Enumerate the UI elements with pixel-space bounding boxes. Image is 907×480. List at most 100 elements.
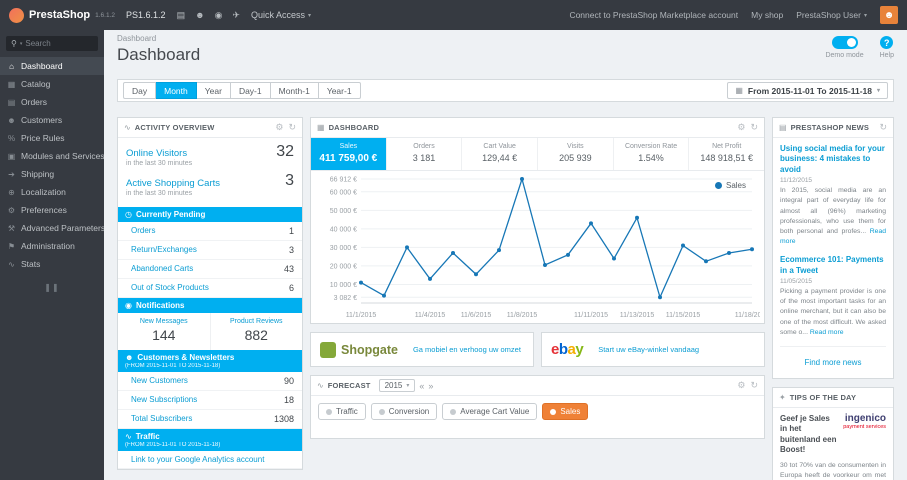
sidebar-item-customers[interactable]: ☻ Customers [0, 111, 104, 129]
previous-year-button[interactable]: « [419, 381, 424, 391]
refresh-icon[interactable]: ↻ [750, 122, 758, 133]
kpi-label: Net Profit [712, 143, 742, 150]
rocket-icon[interactable]: ✈ [232, 10, 240, 21]
kpi-cart-value[interactable]: Cart Value 129,44 € [462, 138, 539, 170]
forecast-panel: ∿ FORECAST 2015 ▾ « » ⚙ ↻ Traffic Conver… [310, 375, 765, 439]
sidebar-collapse-button[interactable]: ❚❚ [0, 283, 104, 292]
sales-chart: Sales 66 912 € 60 000 € 50 000 € 40 000 € 30… [311, 171, 764, 323]
sidebar-item-preferences[interactable]: ⚙ Preferences [0, 201, 104, 219]
refresh-icon[interactable]: ↻ [879, 122, 887, 133]
traffic-section-header: ∿ Traffic (FROM 2015-11-01 TO 2015-11-18… [118, 428, 302, 451]
forecast-tab-conversion[interactable]: Conversion [370, 403, 438, 420]
news-article-link[interactable]: Using social media for your business: 4 … [780, 144, 886, 175]
forecast-tab-traffic[interactable]: Traffic [318, 403, 366, 420]
sidebar-item-stats[interactable]: ∿ Stats [0, 255, 104, 273]
year-select[interactable]: 2015 ▾ [378, 379, 416, 392]
user-menu[interactable]: PrestaShop User ▾ [796, 10, 867, 20]
kpi-sales[interactable]: Sales 411 759,00 € [311, 138, 387, 170]
google-analytics-link[interactable]: Link to your Google Analytics account [131, 455, 264, 464]
help-icon[interactable]: ? [880, 36, 894, 49]
toggle-knob [846, 38, 856, 47]
sidebar-item-label: Customers [21, 115, 63, 125]
product-reviews-label: Product Reviews [229, 317, 283, 325]
chevron-down-icon: ▾ [406, 383, 410, 389]
svg-text:20 000 €: 20 000 € [330, 263, 357, 270]
read-more-link[interactable]: Read more [810, 329, 844, 336]
prestashop-news-panel: ▤ PRESTASHOP NEWS ↻ Using social media f… [772, 117, 894, 380]
people-icon: ☻ [125, 352, 134, 362]
filter-day-1-button[interactable]: Day-1 [230, 82, 271, 99]
row-value: 18 [283, 394, 294, 405]
ebay-link[interactable]: Start uw eBay-winkel vandaag [598, 345, 699, 354]
sidebar-item-modules[interactable]: ▣ Modules and Services [0, 147, 104, 165]
customer-icon[interactable]: ☻ [195, 10, 204, 21]
filter-year-button[interactable]: Year [196, 82, 231, 99]
kpi-conversion-rate[interactable]: Conversion Rate 1.54% [614, 138, 690, 170]
kpi-visits[interactable]: Visits 205 939 [538, 138, 614, 170]
new-customers-link[interactable]: New Customers [131, 376, 188, 385]
cart-icon: ▤ [7, 97, 16, 107]
marketplace-link[interactable]: Connect to PrestaShop Marketplace accoun… [569, 10, 738, 20]
avatar[interactable]: ☻ [880, 6, 898, 24]
my-shop-link[interactable]: My shop [751, 10, 783, 20]
user-menu-label: PrestaShop User [796, 10, 861, 20]
search-input[interactable] [25, 39, 93, 48]
out-of-stock-link[interactable]: Out of Stock Products [131, 283, 209, 292]
filter-month-button[interactable]: Month [156, 82, 197, 99]
pending-row-orders: Orders 1 [118, 222, 302, 241]
sidebar-item-price-rules[interactable]: % Price Rules [0, 129, 104, 147]
section-title: Traffic [135, 431, 160, 441]
active-carts-link[interactable]: Active Shopping Carts [126, 178, 220, 189]
sidebar-search[interactable]: ⚲ ▾ [6, 36, 98, 51]
prestashop-logo[interactable]: PrestaShop 1.6.1.2 [9, 7, 115, 23]
gear-icon[interactable]: ⚙ [275, 122, 283, 133]
abandoned-carts-link[interactable]: Abandoned Carts [131, 264, 193, 273]
filter-year-1-button[interactable]: Year-1 [318, 82, 361, 99]
svg-text:11/15/2015: 11/15/2015 [666, 312, 701, 319]
new-messages-label: New Messages [139, 317, 188, 325]
refresh-icon[interactable]: ↻ [288, 122, 296, 133]
refresh-icon[interactable]: ↻ [750, 380, 758, 391]
sidebar-item-administration[interactable]: ⚑ Administration [0, 237, 104, 255]
news-article-link[interactable]: Ecommerce 101: Payments in a Tweet [780, 255, 886, 276]
sidebar-item-orders[interactable]: ▤ Orders [0, 93, 104, 111]
date-range-button[interactable]: ▦ From 2015-11-01 To 2015-11-18 ▾ [727, 82, 888, 99]
kpi-net-profit[interactable]: Net Profit 148 918,51 € [689, 138, 764, 170]
forecast-tab-average-cart-value[interactable]: Average Cart Value [442, 403, 538, 420]
product-reviews-stat[interactable]: Product Reviews 882 [211, 313, 303, 350]
dashboard-panel: ▦ DASHBOARD ⚙ ↻ Sales 411 759,00 € Order… [310, 117, 765, 324]
next-year-button[interactable]: » [428, 381, 433, 391]
chevron-down-icon: ▾ [863, 12, 867, 19]
total-subscribers-link[interactable]: Total Subscribers [131, 414, 192, 423]
sidebar-item-catalog[interactable]: ▦ Catalog [0, 75, 104, 93]
chart-legend: Sales [714, 181, 746, 190]
forecast-tab-sales[interactable]: Sales [542, 403, 589, 420]
sidebar-item-advanced-parameters[interactable]: ⚒ Advanced Parameters [0, 219, 104, 237]
shopgate-link[interactable]: Ga mobiel en verhoog uw omzet [413, 345, 521, 354]
section-title: Notifications [135, 300, 185, 310]
cart-icon[interactable]: ▤ [177, 10, 186, 21]
new-messages-stat[interactable]: New Messages 144 [118, 312, 211, 350]
module-ads-row: Shopgate Ga mobiel en verhoog uw omzet e… [310, 332, 765, 367]
returns-link[interactable]: Return/Exchanges [131, 245, 197, 254]
date-range-label: From 2015-11-01 To 2015-11-18 [747, 85, 872, 96]
online-visitors-link[interactable]: Online Visitors [126, 148, 187, 159]
gear-icon[interactable]: ⚙ [737, 380, 745, 391]
filter-month-1-button[interactable]: Month-1 [270, 82, 319, 99]
gear-icon[interactable]: ⚙ [737, 122, 745, 133]
quick-access-menu[interactable]: Quick Access ▾ [251, 10, 311, 20]
sidebar-item-localization[interactable]: ⊕ Localization [0, 183, 104, 201]
ingenico-logo-text: ingenico [844, 413, 886, 425]
find-more-news-link[interactable]: Find more news [805, 358, 862, 367]
kpi-orders[interactable]: Orders 3 181 [387, 138, 463, 170]
orders-link[interactable]: Orders [131, 226, 155, 235]
svg-text:60 000 €: 60 000 € [330, 189, 357, 196]
filter-day-button[interactable]: Day [123, 82, 157, 99]
sidebar-item-dashboard[interactable]: ⌂ Dashboard [0, 57, 104, 75]
svg-text:10 000 €: 10 000 € [330, 282, 357, 289]
support-icon[interactable]: ◉ [215, 10, 223, 21]
demo-mode-toggle[interactable] [831, 36, 858, 49]
quick-access-label: Quick Access [250, 10, 305, 20]
new-subscriptions-link[interactable]: New Subscriptions [131, 395, 197, 404]
sidebar-item-shipping[interactable]: ➔ Shipping [0, 165, 104, 183]
